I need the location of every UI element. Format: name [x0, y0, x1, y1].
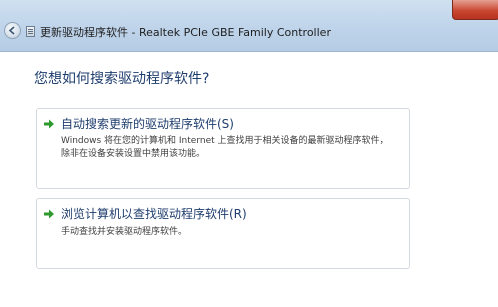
page-heading: 您想如何搜索驱动程序软件?	[34, 71, 210, 87]
close-button[interactable]	[452, 0, 498, 20]
browse-computer-description: 手动查找并安装驱动程序软件。	[61, 227, 188, 237]
green-arrow-icon	[44, 119, 54, 129]
title-bar: 更新驱动程序软件 - Realtek PCIe GBE Family Contr…	[0, 0, 498, 52]
back-arrow-icon	[8, 26, 15, 35]
auto-search-description: Windows 将在您的计算机和 Internet 上查找用于相关设备的最新驱动…	[61, 136, 389, 159]
green-arrow-icon	[44, 209, 54, 219]
device-manager-icon	[26, 26, 35, 37]
dialog-content: 您想如何搜索驱动程序软件? 自动搜索更新的驱动程序软件(S) Windows 将…	[0, 52, 498, 307]
auto-search-option[interactable]: 自动搜索更新的驱动程序软件(S) Windows 将在您的计算机和 Intern…	[36, 108, 410, 189]
back-button[interactable]	[4, 22, 21, 39]
browse-computer-option[interactable]: 浏览计算机以查找驱动程序软件(R) 手动查找并安装驱动程序软件。	[36, 198, 410, 269]
auto-search-title: 自动搜索更新的驱动程序软件(S)	[61, 117, 234, 131]
window-title: 更新驱动程序软件 - Realtek PCIe GBE Family Contr…	[40, 26, 331, 39]
browse-computer-title: 浏览计算机以查找驱动程序软件(R)	[61, 207, 247, 221]
